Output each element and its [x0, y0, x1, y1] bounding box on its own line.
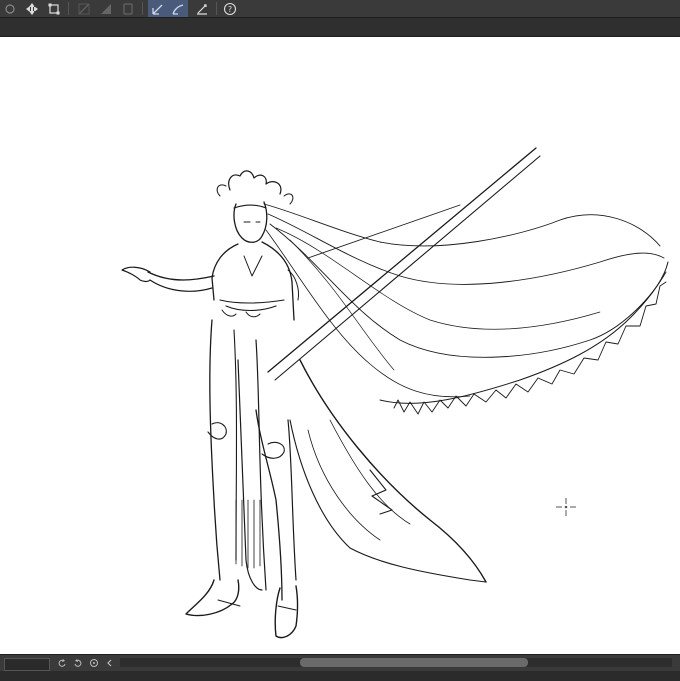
collapse-icon: [107, 659, 112, 667]
lasso-pen-icon: [172, 3, 184, 15]
cape-edge: [379, 261, 669, 404]
staff-guide: [307, 204, 461, 259]
left-boot: [185, 579, 240, 617]
top-toolbar: ?: [0, 0, 680, 18]
drawing-canvas[interactable]: [0, 37, 680, 654]
layer-tool-button[interactable]: [118, 0, 138, 17]
collapse-button[interactable]: [104, 657, 116, 669]
scrollbar-thumb[interactable]: [300, 658, 528, 667]
gradient-tool-icon: [101, 3, 111, 14]
hand: [121, 266, 151, 283]
extended-arm: [147, 271, 215, 281]
left-leg-outer: [209, 319, 221, 581]
fill-tool-button[interactable]: [74, 0, 94, 17]
move-tool-icon: [26, 2, 38, 15]
rotate-left-icon: [58, 659, 66, 667]
zoom-field[interactable]: [4, 658, 50, 671]
staff-line-2: [274, 155, 541, 381]
pen-tool-icon: [152, 4, 163, 15]
rotate-right-button[interactable]: [72, 657, 84, 669]
fringe: [235, 499, 261, 569]
move-tool-button[interactable]: [22, 0, 42, 17]
help-icon: ?: [223, 2, 237, 15]
ruler-tool-icon: [197, 3, 207, 15]
lasso-pen-button[interactable]: [168, 0, 188, 17]
toolbar-divider: [216, 2, 217, 15]
horizontal-scrollbar[interactable]: [120, 658, 672, 667]
toolbar-divider: [142, 2, 143, 15]
selection-tool-button[interactable]: [0, 0, 20, 17]
layer-tool-icon: [123, 2, 133, 15]
tool-property-bar: [0, 18, 680, 37]
cape-right-edge: [299, 359, 487, 583]
left-shoulder: [211, 243, 239, 301]
crown: [228, 170, 282, 195]
transform-tool-button[interactable]: [44, 0, 64, 17]
crosshair-cursor-icon: [556, 498, 576, 516]
pen-tool-button[interactable]: [148, 0, 168, 17]
toolbar-divider: [68, 2, 69, 15]
navigator-statusbar: [0, 654, 680, 681]
sketch-artwork: [121, 147, 669, 639]
gradient-tool-button[interactable]: [96, 0, 116, 17]
selection-tool-icon: [5, 3, 15, 14]
transform-tool-icon: [48, 3, 60, 14]
reset-view-button[interactable]: [88, 657, 100, 669]
svg-text:?: ?: [228, 5, 232, 14]
staff-line-1: [267, 147, 537, 373]
waist: [219, 299, 285, 304]
reset-view-icon: [90, 659, 98, 667]
rotate-left-button[interactable]: [56, 657, 68, 669]
right-boot: [274, 585, 299, 639]
ruler-tool-button[interactable]: [192, 0, 212, 17]
knee-guard-right: [261, 441, 285, 459]
rotate-right-icon: [74, 659, 82, 667]
fill-tool-icon: [78, 3, 90, 14]
help-button[interactable]: ?: [220, 0, 240, 17]
